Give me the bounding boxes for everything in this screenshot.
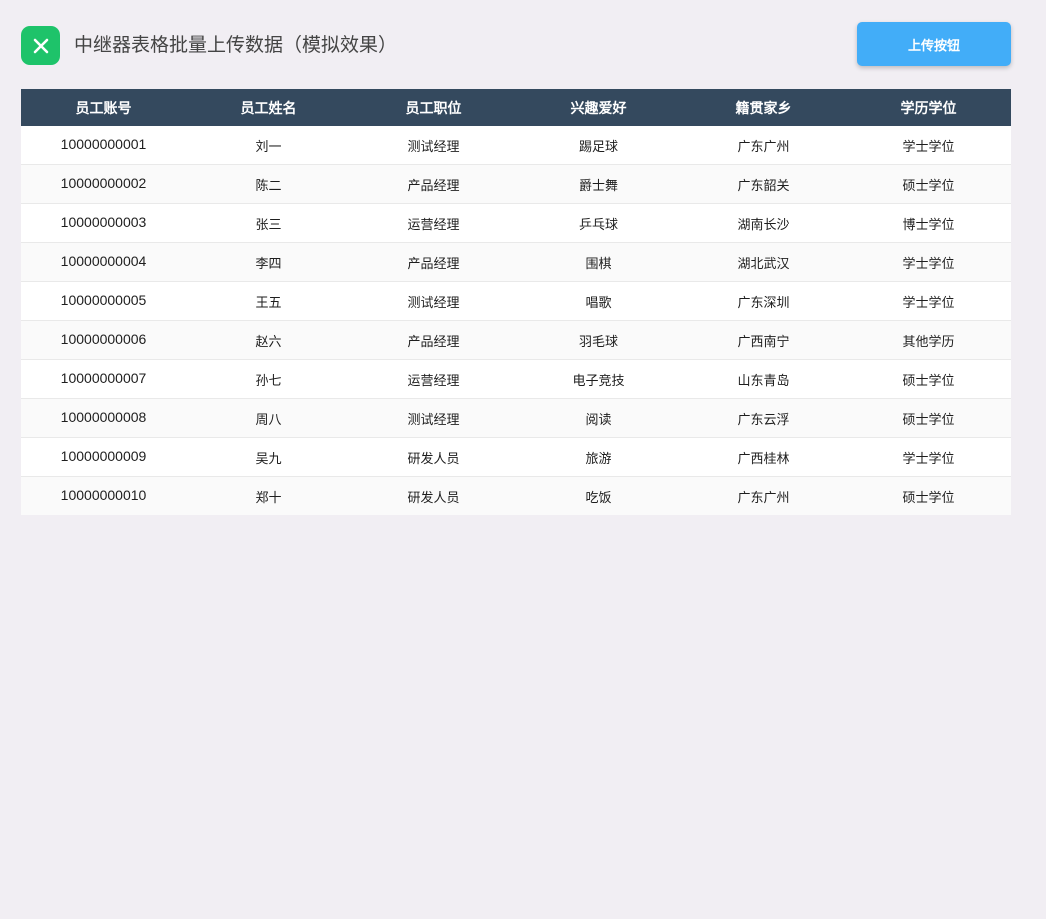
cell-hobby: 乒乓球 <box>578 217 618 233</box>
cell-hometown: 山东青岛 <box>737 373 790 389</box>
cell-hobby: 吃饭 <box>585 490 612 506</box>
cell-hobby: 羽毛球 <box>578 334 618 350</box>
close-x-icon <box>21 26 60 65</box>
cell-account: 10000000003 <box>60 214 147 230</box>
cell-name: 刘一 <box>255 139 282 155</box>
cell-position: 测试经理 <box>407 139 460 155</box>
cell-degree: 硕士学位 <box>902 490 955 506</box>
upload-button[interactable]: 上传按钮 <box>857 22 1011 66</box>
cell-hometown: 广西桂林 <box>737 451 790 467</box>
cell-position: 运营经理 <box>407 217 460 233</box>
employee-table: 员工账号 员工姓名 员工职位 兴趣爱好 籍贯家乡 学历学位 1000000000… <box>21 89 1011 515</box>
cell-account: 10000000008 <box>60 409 147 425</box>
cell-degree: 学士学位 <box>902 295 955 311</box>
cell-hometown: 广东深圳 <box>737 295 790 311</box>
column-header-name[interactable]: 员工姓名 <box>186 89 351 126</box>
cell-position: 测试经理 <box>407 412 460 428</box>
cell-degree: 硕士学位 <box>902 412 955 428</box>
cell-name: 张三 <box>255 217 282 233</box>
cell-degree: 学士学位 <box>902 451 955 467</box>
cell-name: 李四 <box>255 256 282 272</box>
cell-degree: 学士学位 <box>902 139 955 155</box>
cell-account: 10000000002 <box>60 175 147 191</box>
table-row[interactable]: 10000000007 孙七 运营经理 电子竞技 山东青岛 硕士学位 <box>21 359 1011 398</box>
page-title: 中继器表格批量上传数据（模拟效果） <box>74 34 398 56</box>
cell-hometown: 广西南宁 <box>737 334 790 350</box>
cell-degree: 其他学历 <box>902 334 955 350</box>
cell-account: 10000000007 <box>60 370 147 386</box>
cell-hobby: 电子竞技 <box>572 373 625 389</box>
cell-name: 陈二 <box>255 178 282 194</box>
table-row[interactable]: 10000000006 赵六 产品经理 羽毛球 广西南宁 其他学历 <box>21 320 1011 359</box>
column-header-degree[interactable]: 学历学位 <box>846 89 1011 126</box>
cell-degree: 博士学位 <box>902 217 955 233</box>
cell-hobby: 唱歌 <box>585 295 612 311</box>
cell-name: 郑十 <box>255 490 282 506</box>
table-row[interactable]: 10000000003 张三 运营经理 乒乓球 湖南长沙 博士学位 <box>21 203 1011 242</box>
cell-name: 周八 <box>255 412 282 428</box>
cell-hometown: 湖北武汉 <box>737 256 790 272</box>
cell-account: 10000000005 <box>60 292 147 308</box>
table-row[interactable]: 10000000009 吴九 研发人员 旅游 广西桂林 学士学位 <box>21 437 1011 476</box>
cell-position: 运营经理 <box>407 373 460 389</box>
cell-name: 吴九 <box>255 451 282 467</box>
column-header-hometown[interactable]: 籍贯家乡 <box>681 89 846 126</box>
table-row[interactable]: 10000000004 李四 产品经理 围棋 湖北武汉 学士学位 <box>21 242 1011 281</box>
cell-account: 10000000004 <box>60 253 147 269</box>
table-row[interactable]: 10000000008 周八 测试经理 阅读 广东云浮 硕士学位 <box>21 398 1011 437</box>
column-header-position[interactable]: 员工职位 <box>351 89 516 126</box>
cell-account: 10000000010 <box>60 487 147 503</box>
table-header: 员工账号 员工姓名 员工职位 兴趣爱好 籍贯家乡 学历学位 <box>21 89 1011 126</box>
cell-position: 研发人员 <box>407 451 460 467</box>
table-row[interactable]: 10000000010 郑十 研发人员 吃饭 广东广州 硕士学位 <box>21 476 1011 515</box>
cell-hobby: 围棋 <box>585 256 612 272</box>
column-header-hobby[interactable]: 兴趣爱好 <box>516 89 681 126</box>
cell-position: 研发人员 <box>407 490 460 506</box>
cell-degree: 硕士学位 <box>902 373 955 389</box>
cell-account: 10000000009 <box>60 448 147 464</box>
cell-hometown: 湖南长沙 <box>737 217 790 233</box>
cell-hometown: 广东韶关 <box>737 178 790 194</box>
cell-degree: 学士学位 <box>902 256 955 272</box>
table-body: 10000000001 刘一 测试经理 踢足球 广东广州 学士学位 10000000002 陈… <box>21 126 1011 515</box>
cell-position: 产品经理 <box>407 256 460 272</box>
cell-position: 产品经理 <box>407 334 460 350</box>
cell-hobby: 爵士舞 <box>578 178 618 194</box>
page-header: 中继器表格批量上传数据（模拟效果） 上传按钮 <box>21 22 1011 68</box>
table-row[interactable]: 10000000005 王五 测试经理 唱歌 广东深圳 学士学位 <box>21 281 1011 320</box>
cell-account: 10000000001 <box>60 136 147 152</box>
cell-hometown: 广东广州 <box>737 490 790 506</box>
table-row[interactable]: 10000000001 刘一 测试经理 踢足球 广东广州 学士学位 <box>21 126 1011 164</box>
cell-account: 10000000006 <box>60 331 147 347</box>
cell-hobby: 踢足球 <box>578 139 618 155</box>
cell-hometown: 广东云浮 <box>737 412 790 428</box>
cell-degree: 硕士学位 <box>902 178 955 194</box>
column-header-account[interactable]: 员工账号 <box>21 89 186 126</box>
cell-hometown: 广东广州 <box>737 139 790 155</box>
cell-hobby: 旅游 <box>585 451 612 467</box>
cell-name: 孙七 <box>255 373 282 389</box>
cell-name: 王五 <box>255 295 282 311</box>
cell-position: 产品经理 <box>407 178 460 194</box>
table-row[interactable]: 10000000002 陈二 产品经理 爵士舞 广东韶关 硕士学位 <box>21 164 1011 203</box>
cell-hobby: 阅读 <box>585 412 612 428</box>
cell-name: 赵六 <box>255 334 282 350</box>
cell-position: 测试经理 <box>407 295 460 311</box>
